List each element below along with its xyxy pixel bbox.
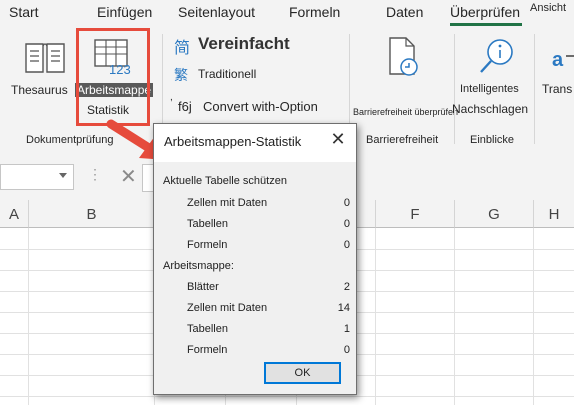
intelligentes-label: Intelligentes xyxy=(460,83,519,95)
section-workbook: Arbeitsmappe: xyxy=(163,260,234,272)
barrierefreiheit-button[interactable]: Barrierefreiheit überprüfen xyxy=(353,36,458,121)
traditional-icon: 繁 xyxy=(174,67,188,83)
smart-lookup-icon xyxy=(480,39,513,73)
column-header-g[interactable]: G xyxy=(455,200,534,228)
grid-line xyxy=(0,396,574,397)
formula-bar-grip-icon: ⋮ xyxy=(88,166,102,182)
name-box[interactable] xyxy=(0,164,74,190)
section-current-sheet: Aktuelle Tabelle schützen xyxy=(163,175,287,187)
translate-button[interactable]: a Trans xyxy=(540,40,574,130)
dialog-title: Arbeitsmappen-Statistik xyxy=(164,134,302,149)
grid-line xyxy=(533,228,534,405)
translate-icon: a xyxy=(552,49,574,71)
convert-prefix: f6j xyxy=(178,99,192,114)
grid-line xyxy=(454,228,455,405)
trans-label: Trans xyxy=(542,82,573,96)
chevron-down-icon[interactable] xyxy=(59,173,67,178)
simplified-icon: 简 xyxy=(174,40,191,57)
stat-value: 0 xyxy=(343,344,350,356)
svg-text:a: a xyxy=(552,49,564,71)
column-header-a[interactable]: A xyxy=(0,200,29,228)
stat-value: 14 xyxy=(337,302,350,314)
grid-line xyxy=(375,228,376,405)
ribbon-separator xyxy=(534,34,535,144)
vereinfacht-button[interactable]: 简 Vereinfacht xyxy=(174,34,344,57)
convert-with-option-button[interactable]: f6j Convert with-Option xyxy=(174,97,344,117)
group-label-einblicke: Einblicke xyxy=(470,134,515,146)
accessibility-check-icon xyxy=(389,37,418,76)
dialog-body: Aktuelle Tabelle schützen Zellen mit Dat… xyxy=(154,162,356,394)
column-header-b[interactable]: B xyxy=(29,200,155,228)
stat-label: Tabellen xyxy=(187,218,228,230)
stat-value: 2 xyxy=(343,281,350,293)
column-header-h[interactable]: H xyxy=(534,200,574,228)
barrierefreiheit-check-label: Barrierefreiheit überprüfen xyxy=(353,107,459,117)
close-icon[interactable]: ✕ xyxy=(328,130,348,150)
stat-label: Formeln xyxy=(187,239,228,251)
ok-button[interactable]: OK xyxy=(264,362,341,384)
stat-label: Zellen mit Daten xyxy=(187,302,268,314)
tab-formeln[interactable]: Formeln xyxy=(289,4,340,20)
vereinfacht-label: Vereinfacht xyxy=(198,34,290,53)
tab-ansicht[interactable]: Ansicht xyxy=(530,2,566,14)
ribbon-separator xyxy=(454,34,455,144)
tab-seitenlayout[interactable]: Seitenlayout xyxy=(178,4,255,20)
tab-daten[interactable]: Daten xyxy=(386,4,423,20)
nachschlagen-label: Nachschlagen xyxy=(452,102,529,116)
thesaurus-label: Thesaurus xyxy=(11,83,68,97)
convert-label: Convert with-Option xyxy=(203,99,318,114)
stat-label: Blätter xyxy=(187,281,219,293)
stat-value: 0 xyxy=(343,218,350,230)
intelligentes-nachschlagen-button[interactable]: Intelligentes Nachschlagen xyxy=(452,36,538,126)
workbook-statistics-dialog: Arbeitsmappen-Statistik ✕ Aktuelle Tabel… xyxy=(153,123,357,395)
tab-einfuegen[interactable]: Einfügen xyxy=(97,4,152,20)
column-header-f[interactable]: F xyxy=(376,200,455,228)
group-label-dokumentpruefung: Dokumentprüfung xyxy=(26,134,114,146)
traditionell-label: Traditionell xyxy=(198,67,257,81)
stat-value: 0 xyxy=(343,197,350,209)
tab-ueberpruefen[interactable]: Überprüfen xyxy=(450,4,520,20)
thesaurus-icon xyxy=(25,43,65,73)
tab-start[interactable]: Start xyxy=(9,4,39,20)
ribbon-tab-bar: Start Einfügen Seitenlayout Formeln Date… xyxy=(0,0,574,26)
stat-label: Tabellen xyxy=(187,323,228,335)
stat-value: 0 xyxy=(343,239,350,251)
stat-label: Zellen mit Daten xyxy=(187,197,268,209)
convert-dot: , xyxy=(170,92,173,103)
traditionell-button[interactable]: 繁 Traditionell xyxy=(174,65,344,85)
grid-line xyxy=(28,228,29,405)
stat-label: Formeln xyxy=(187,344,228,356)
highlight-box xyxy=(76,28,150,126)
stat-value: 1 xyxy=(343,323,350,335)
group-label-barrierefreiheit: Barrierefreiheit xyxy=(366,134,439,146)
